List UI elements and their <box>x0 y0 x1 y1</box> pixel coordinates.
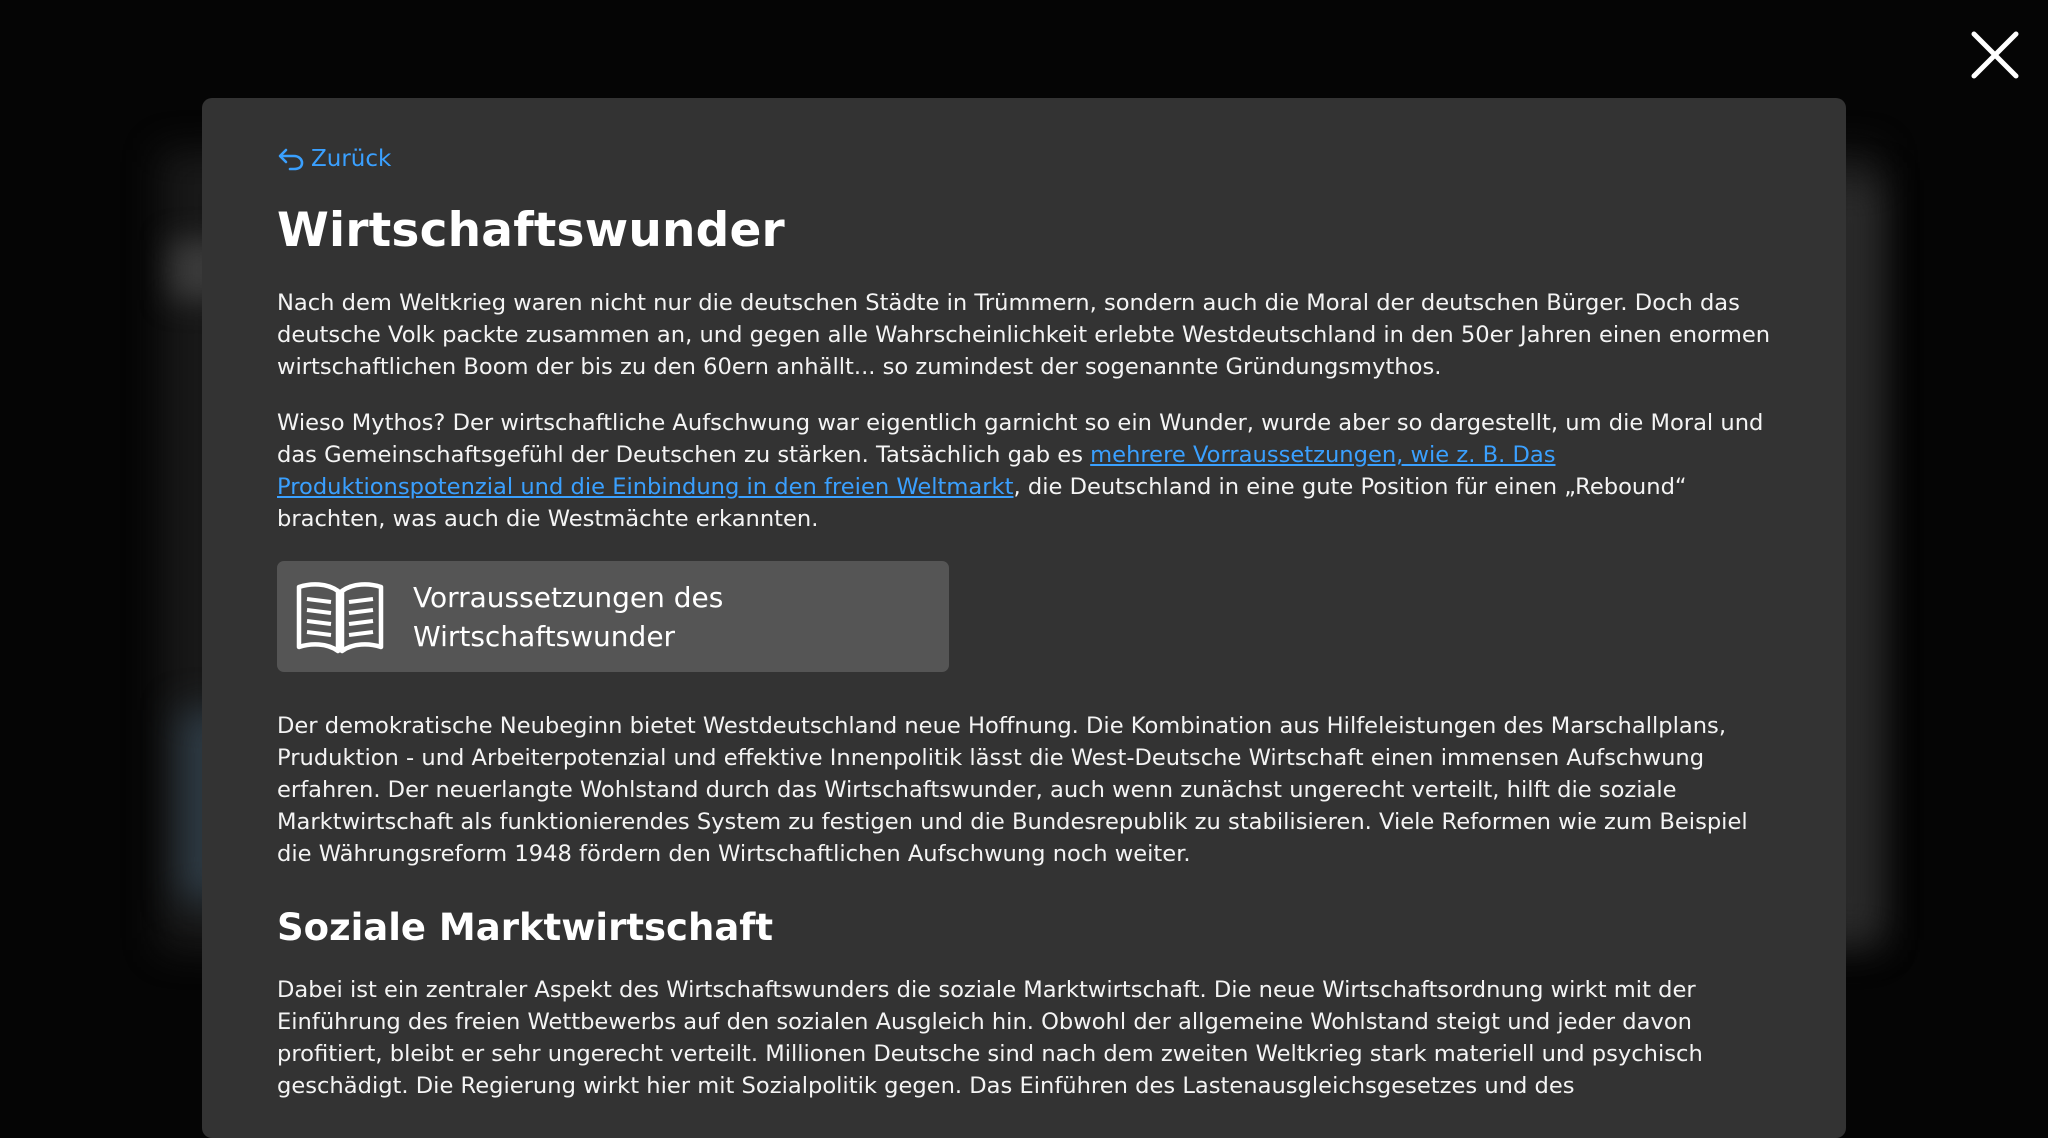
market-economy-paragraph: Dabei ist ein zentraler Aspekt des Wirts… <box>277 977 1703 1099</box>
article-modal: Zurück Wirtschaftswunder Nach dem Weltkr… <box>202 98 1846 1138</box>
page-title: Wirtschaftswunder <box>277 203 785 258</box>
myth-paragraph: Wieso Mythos? Der wirtschaftliche Aufsch… <box>277 407 1772 535</box>
preconditions-card[interactable]: Vorraussetzungen des Wirtschaftswunder <box>277 561 949 672</box>
section-heading: Soziale Marktwirtschaft <box>277 906 774 949</box>
back-link-label: Zurück <box>311 146 392 172</box>
close-icon <box>1971 31 2019 79</box>
back-link[interactable]: Zurück <box>277 144 391 174</box>
preconditions-card-label: Vorraussetzungen des Wirtschaftswunder <box>413 580 724 653</box>
intro-paragraph: Nach dem Weltkrieg waren nicht nur die d… <box>277 290 1771 380</box>
undo-arrow-icon <box>278 148 304 171</box>
democratic-paragraph: Der demokratische Neubeginn bietet Westd… <box>277 713 1748 867</box>
close-button[interactable] <box>1968 28 2022 82</box>
open-book-icon <box>295 579 385 655</box>
